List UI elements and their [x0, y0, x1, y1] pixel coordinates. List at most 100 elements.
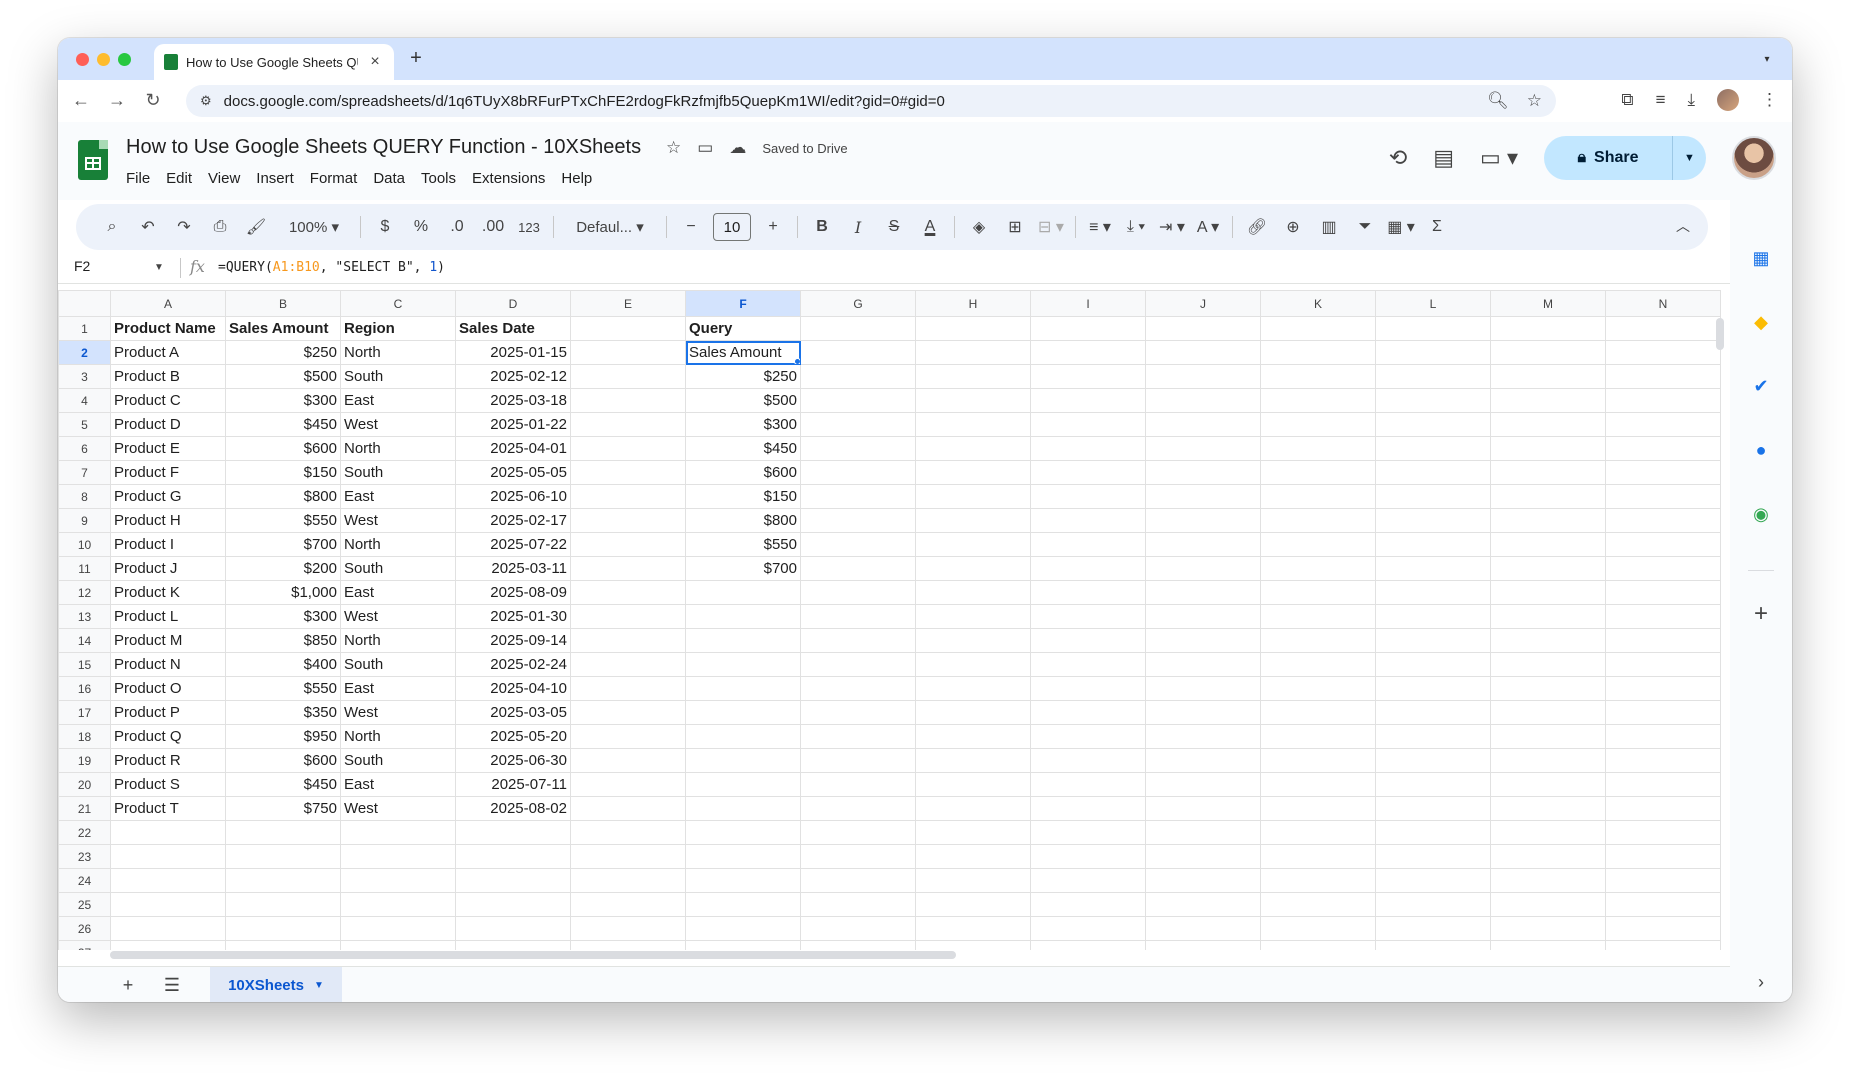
cell-j9[interactable]	[1145, 508, 1261, 533]
extensions-icon[interactable]: ⧉	[1621, 90, 1633, 110]
cell-l20[interactable]	[1375, 772, 1491, 797]
cell-b5[interactable]: $450	[225, 412, 341, 437]
cell-j17[interactable]	[1145, 700, 1261, 725]
menu-view[interactable]: View	[200, 168, 248, 189]
cell-c6[interactable]: North	[340, 436, 456, 461]
cell-m5[interactable]	[1490, 412, 1606, 437]
cell-g2[interactable]	[800, 340, 916, 365]
cell-i6[interactable]	[1030, 436, 1146, 461]
browser-tab[interactable]: How to Use Google Sheets QUERY Function …	[154, 44, 394, 80]
cell-h26[interactable]	[915, 916, 1031, 941]
cell-g23[interactable]	[800, 844, 916, 869]
cell-m3[interactable]	[1490, 364, 1606, 389]
cell-g8[interactable]	[800, 484, 916, 509]
cell-d14[interactable]: 2025-09-14	[455, 628, 571, 653]
version-history-icon[interactable]: ⟲	[1389, 145, 1407, 171]
cell-m4[interactable]	[1490, 388, 1606, 413]
cell-e11[interactable]	[570, 556, 686, 581]
cell-h22[interactable]	[915, 820, 1031, 845]
cell-n18[interactable]	[1605, 724, 1721, 749]
maximize-window-button[interactable]	[118, 53, 131, 66]
cell-j12[interactable]	[1145, 580, 1261, 605]
cell-n23[interactable]	[1605, 844, 1721, 869]
cell-a19[interactable]: Product R	[110, 748, 226, 773]
increase-font-size-button[interactable]: +	[755, 218, 791, 236]
cell-g17[interactable]	[800, 700, 916, 725]
comments-icon[interactable]: ▤	[1433, 145, 1454, 171]
cell-d23[interactable]	[455, 844, 571, 869]
cell-h16[interactable]	[915, 676, 1031, 701]
cell-d18[interactable]: 2025-05-20	[455, 724, 571, 749]
cell-c15[interactable]: South	[340, 652, 456, 677]
cell-h2[interactable]	[915, 340, 1031, 365]
cell-d7[interactable]: 2025-05-05	[455, 460, 571, 485]
cell-f13[interactable]	[685, 604, 801, 629]
cell-k3[interactable]	[1260, 364, 1376, 389]
cell-k20[interactable]	[1260, 772, 1376, 797]
cell-k1[interactable]	[1260, 316, 1376, 341]
cell-g5[interactable]	[800, 412, 916, 437]
cell-m13[interactable]	[1490, 604, 1606, 629]
cell-e4[interactable]	[570, 388, 686, 413]
cell-d3[interactable]: 2025-02-12	[455, 364, 571, 389]
cell-g20[interactable]	[800, 772, 916, 797]
new-tab-icon[interactable]: +	[404, 47, 428, 70]
cell-l16[interactable]	[1375, 676, 1491, 701]
cell-h13[interactable]	[915, 604, 1031, 629]
cell-g15[interactable]	[800, 652, 916, 677]
cell-f18[interactable]	[685, 724, 801, 749]
cell-f16[interactable]	[685, 676, 801, 701]
cell-g7[interactable]	[800, 460, 916, 485]
cell-e15[interactable]	[570, 652, 686, 677]
cell-l23[interactable]	[1375, 844, 1491, 869]
row-header[interactable]: 16	[58, 676, 111, 701]
sheets-logo-icon[interactable]	[78, 140, 108, 180]
cell-f10[interactable]: $550	[685, 532, 801, 557]
cell-l19[interactable]	[1375, 748, 1491, 773]
get-addons-icon[interactable]: +	[1749, 602, 1773, 626]
cell-j5[interactable]	[1145, 412, 1261, 437]
cell-i15[interactable]	[1030, 652, 1146, 677]
cell-e21[interactable]	[570, 796, 686, 821]
cell-b12[interactable]: $1,000	[225, 580, 341, 605]
cell-d13[interactable]: 2025-01-30	[455, 604, 571, 629]
cell-b23[interactable]	[225, 844, 341, 869]
forward-icon[interactable]: →	[106, 90, 128, 111]
font-select[interactable]: Defaul... ▾	[560, 218, 660, 236]
column-header-c[interactable]: C	[340, 290, 456, 317]
cell-l9[interactable]	[1375, 508, 1491, 533]
cell-i16[interactable]	[1030, 676, 1146, 701]
cell-d22[interactable]	[455, 820, 571, 845]
cell-i10[interactable]	[1030, 532, 1146, 557]
cell-e6[interactable]	[570, 436, 686, 461]
cell-c4[interactable]: East	[340, 388, 456, 413]
cell-k10[interactable]	[1260, 532, 1376, 557]
cell-c10[interactable]: North	[340, 532, 456, 557]
cell-k7[interactable]	[1260, 460, 1376, 485]
expand-side-panel-icon[interactable]: ›	[1749, 970, 1773, 994]
column-header-n[interactable]: N	[1605, 290, 1721, 317]
cell-i26[interactable]	[1030, 916, 1146, 941]
cell-k17[interactable]	[1260, 700, 1376, 725]
cell-c13[interactable]: West	[340, 604, 456, 629]
cell-n9[interactable]	[1605, 508, 1721, 533]
undo-icon[interactable]: ↶	[130, 217, 166, 237]
column-header-d[interactable]: D	[455, 290, 571, 317]
cell-f9[interactable]: $800	[685, 508, 801, 533]
cell-f6[interactable]: $450	[685, 436, 801, 461]
cell-a20[interactable]: Product S	[110, 772, 226, 797]
cell-l17[interactable]	[1375, 700, 1491, 725]
column-header-b[interactable]: B	[225, 290, 341, 317]
column-header-a[interactable]: A	[110, 290, 226, 317]
cell-n20[interactable]	[1605, 772, 1721, 797]
menu-extensions[interactable]: Extensions	[464, 168, 553, 189]
cell-h7[interactable]	[915, 460, 1031, 485]
row-header[interactable]: 3	[58, 364, 111, 389]
cell-f7[interactable]: $600	[685, 460, 801, 485]
cell-j15[interactable]	[1145, 652, 1261, 677]
cell-k13[interactable]	[1260, 604, 1376, 629]
cell-f1[interactable]: Query	[685, 316, 801, 341]
cell-h1[interactable]	[915, 316, 1031, 341]
column-header-i[interactable]: I	[1030, 290, 1146, 317]
maps-icon[interactable]: ◉	[1749, 502, 1773, 526]
